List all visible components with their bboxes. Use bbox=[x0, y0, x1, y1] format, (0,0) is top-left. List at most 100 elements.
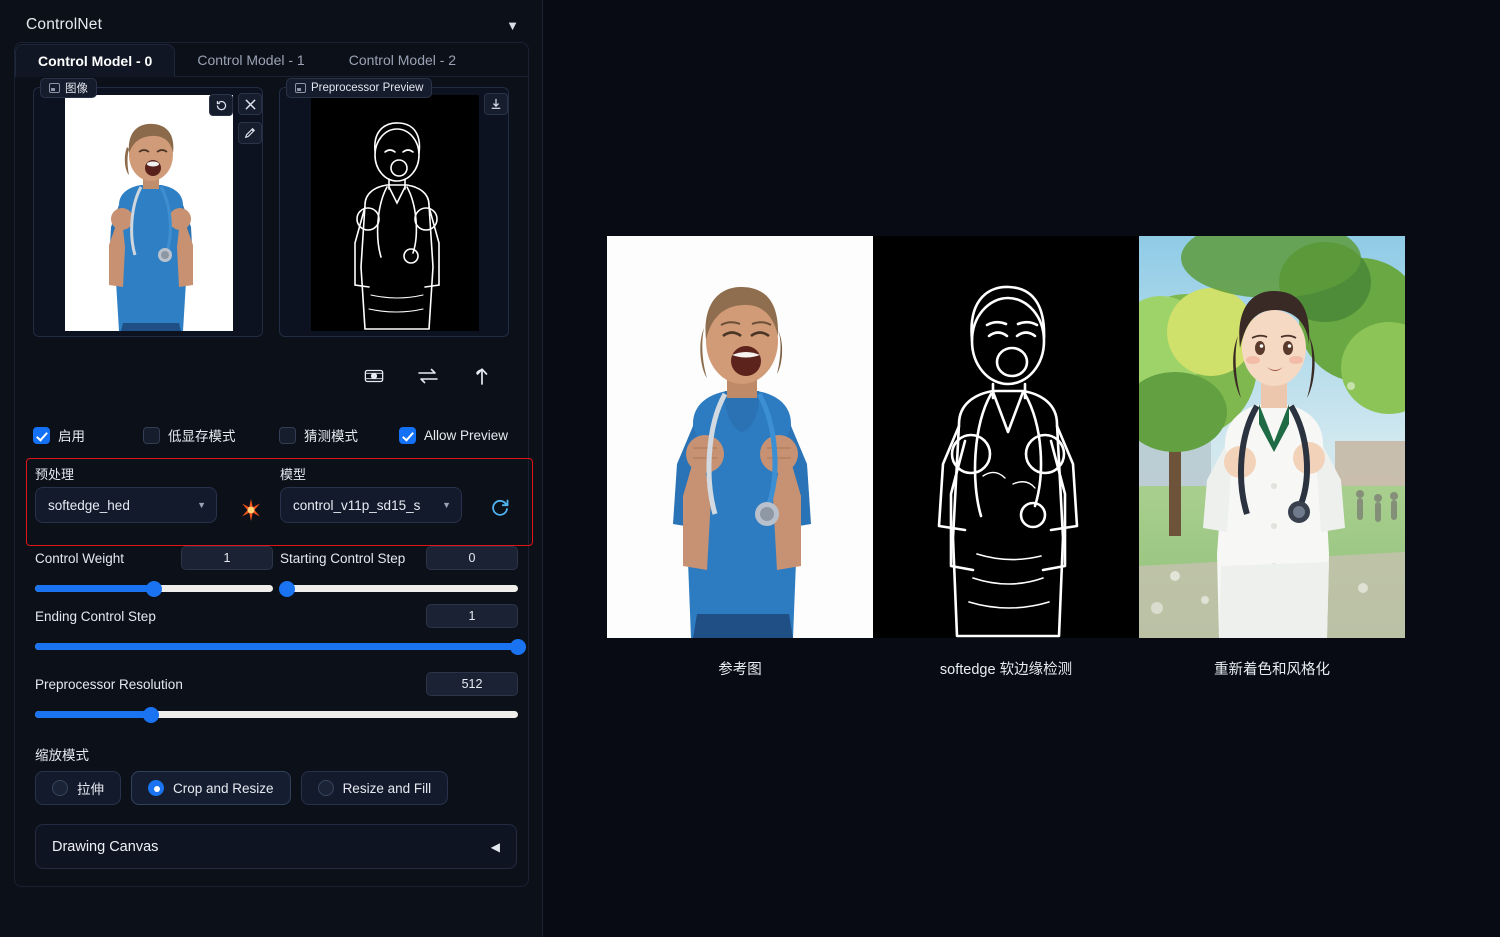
source-image-badge-label: 图像 bbox=[65, 80, 88, 96]
softedge-image[interactable] bbox=[873, 236, 1139, 638]
radio-crop-and-resize-dot[interactable] bbox=[148, 780, 164, 796]
tab-control-model-0[interactable]: Control Model - 0 bbox=[15, 44, 175, 77]
controlnet-header: ControlNet ▼ bbox=[14, 8, 529, 42]
radio-resize-and-fill-dot[interactable] bbox=[318, 780, 334, 796]
slider-starting-control-step-label: Starting Control Step bbox=[280, 551, 405, 566]
source-image-box[interactable]: 图像 bbox=[33, 87, 263, 337]
radio-crop-and-resize[interactable]: Crop and Resize bbox=[131, 771, 291, 805]
softedge-map bbox=[873, 236, 1139, 638]
stylized-image[interactable] bbox=[1139, 236, 1405, 638]
spark-icon[interactable] bbox=[239, 498, 263, 522]
chevron-down-icon: ▼ bbox=[442, 500, 451, 510]
preprocessor-select[interactable]: softedge_hed ▼ bbox=[35, 487, 217, 523]
checkbox-allow-preview-label: Allow Preview bbox=[424, 428, 508, 443]
webcam-icon[interactable] bbox=[361, 364, 387, 388]
slider-preprocessor-resolution-value[interactable]: 512 bbox=[426, 672, 518, 696]
radio-stretch[interactable]: 拉伸 bbox=[35, 771, 121, 805]
source-image-badge: 图像 bbox=[40, 78, 97, 98]
swap-icon[interactable] bbox=[415, 364, 441, 388]
undo-icon[interactable] bbox=[209, 94, 233, 116]
slider-control-weight-thumb[interactable] bbox=[146, 581, 162, 597]
slider-control-weight: Control Weight 1 bbox=[35, 546, 273, 592]
slider-starting-control-step-track[interactable] bbox=[280, 585, 518, 592]
resize-mode-options: 拉伸 Crop and Resize Resize and Fill bbox=[35, 771, 448, 805]
slider-preprocessor-resolution-label: Preprocessor Resolution bbox=[35, 677, 183, 692]
slider-ending-control-step-thumb[interactable] bbox=[510, 639, 526, 655]
chevron-left-icon[interactable]: ◀ bbox=[491, 840, 500, 854]
result-gallery: 参考图 bbox=[607, 236, 1405, 679]
image-icon bbox=[295, 83, 306, 93]
drawing-canvas-accordion[interactable]: Drawing Canvas ◀ bbox=[35, 824, 517, 869]
slider-ending-control-step-label: Ending Control Step bbox=[35, 609, 156, 624]
slider-preprocessor-resolution-track[interactable] bbox=[35, 711, 518, 718]
slider-ending-control-step: Ending Control Step 1 bbox=[35, 604, 518, 650]
checkbox-allow-preview-box[interactable] bbox=[399, 427, 416, 444]
preprocessor-preview-box[interactable]: Preprocessor Preview bbox=[279, 87, 509, 337]
download-icon[interactable] bbox=[484, 93, 508, 115]
preprocessor-preview-badge: Preprocessor Preview bbox=[286, 78, 432, 98]
checkbox-guess-mode-box[interactable] bbox=[279, 427, 296, 444]
slider-control-weight-label: Control Weight bbox=[35, 551, 124, 566]
slider-control-weight-value[interactable]: 1 bbox=[181, 546, 273, 570]
gallery-caption-softedge: softedge 软边缘检测 bbox=[873, 658, 1139, 679]
preprocessor-value: softedge_hed bbox=[48, 498, 191, 513]
radio-resize-and-fill-label: Resize and Fill bbox=[343, 781, 432, 796]
checkbox-allow-preview[interactable]: Allow Preview bbox=[399, 427, 508, 444]
checkbox-low-vram-box[interactable] bbox=[143, 427, 160, 444]
chevron-down-icon: ▼ bbox=[197, 500, 206, 510]
preprocessor-preview-image bbox=[311, 95, 479, 331]
gallery-caption-reference: 参考图 bbox=[607, 658, 873, 679]
image-icon bbox=[49, 83, 60, 93]
image-row: 图像 bbox=[33, 87, 513, 342]
model-value: control_v11p_sd15_s bbox=[293, 498, 436, 513]
model-label: 模型 bbox=[280, 464, 462, 483]
slider-preprocessor-resolution: Preprocessor Resolution 512 bbox=[35, 672, 518, 718]
checkbox-low-vram[interactable]: 低显存模式 bbox=[143, 425, 279, 445]
radio-crop-and-resize-label: Crop and Resize bbox=[173, 781, 274, 796]
slider-ending-control-step-value[interactable]: 1 bbox=[426, 604, 518, 628]
tab-bar: Control Model - 0 Control Model - 1 Cont… bbox=[15, 43, 528, 77]
gallery-caption-stylized: 重新着色和风格化 bbox=[1139, 658, 1405, 679]
nurse-thumbnail bbox=[65, 95, 233, 331]
close-icon[interactable] bbox=[238, 93, 262, 115]
checkbox-guess-mode-label: 猜测模式 bbox=[304, 425, 358, 445]
gallery-cell-stylized: 重新着色和风格化 bbox=[1139, 236, 1405, 679]
model-select[interactable]: control_v11p_sd15_s ▼ bbox=[280, 487, 462, 523]
slider-preprocessor-resolution-thumb[interactable] bbox=[143, 707, 159, 723]
radio-resize-and-fill[interactable]: Resize and Fill bbox=[301, 771, 449, 805]
resize-mode-label: 缩放模式 bbox=[35, 744, 89, 764]
source-image bbox=[65, 95, 233, 331]
radio-stretch-label: 拉伸 bbox=[77, 778, 104, 798]
upload-arrow-icon[interactable] bbox=[469, 364, 495, 388]
options-checkbox-row: 启用 低显存模式 猜测模式 Allow Preview bbox=[33, 423, 523, 447]
controlnet-panel: ControlNet ▼ Control Model - 0 Control M… bbox=[0, 0, 543, 937]
tab-control-model-2[interactable]: Control Model - 2 bbox=[327, 43, 478, 76]
checkbox-low-vram-label: 低显存模式 bbox=[168, 425, 236, 445]
gallery-cell-softedge: softedge 软边缘检测 bbox=[873, 236, 1139, 679]
anime-nurse-illustration bbox=[1139, 236, 1405, 638]
slider-starting-control-step: Starting Control Step 0 bbox=[280, 546, 518, 592]
refresh-models-button[interactable] bbox=[487, 495, 513, 521]
checkbox-guess-mode[interactable]: 猜测模式 bbox=[279, 425, 399, 445]
controlnet-body: Control Model - 0 Control Model - 1 Cont… bbox=[14, 42, 529, 887]
page-title: ControlNet bbox=[26, 16, 102, 34]
checkbox-enable-box[interactable] bbox=[33, 427, 50, 444]
chevron-down-icon[interactable]: ▼ bbox=[506, 19, 519, 32]
drawing-canvas-title: Drawing Canvas bbox=[52, 839, 158, 855]
slider-control-weight-track[interactable] bbox=[35, 585, 273, 592]
radio-stretch-dot[interactable] bbox=[52, 780, 68, 796]
slider-ending-control-step-track[interactable] bbox=[35, 643, 518, 650]
slider-starting-control-step-thumb[interactable] bbox=[279, 581, 295, 597]
preprocessor-label: 预处理 bbox=[35, 464, 217, 483]
tool-icon-row bbox=[361, 362, 516, 390]
edit-brush-icon[interactable] bbox=[238, 122, 262, 144]
softedge-thumbnail bbox=[311, 95, 479, 331]
model-group: 模型 control_v11p_sd15_s ▼ bbox=[280, 464, 462, 523]
reference-image[interactable] bbox=[607, 236, 873, 638]
preprocessor-group: 预处理 softedge_hed ▼ bbox=[35, 464, 217, 523]
gallery-cell-reference: 参考图 bbox=[607, 236, 873, 679]
slider-starting-control-step-value[interactable]: 0 bbox=[426, 546, 518, 570]
checkbox-enable[interactable]: 启用 bbox=[33, 425, 143, 445]
tab-control-model-1[interactable]: Control Model - 1 bbox=[175, 43, 326, 76]
app-root: ControlNet ▼ Control Model - 0 Control M… bbox=[0, 0, 1500, 937]
